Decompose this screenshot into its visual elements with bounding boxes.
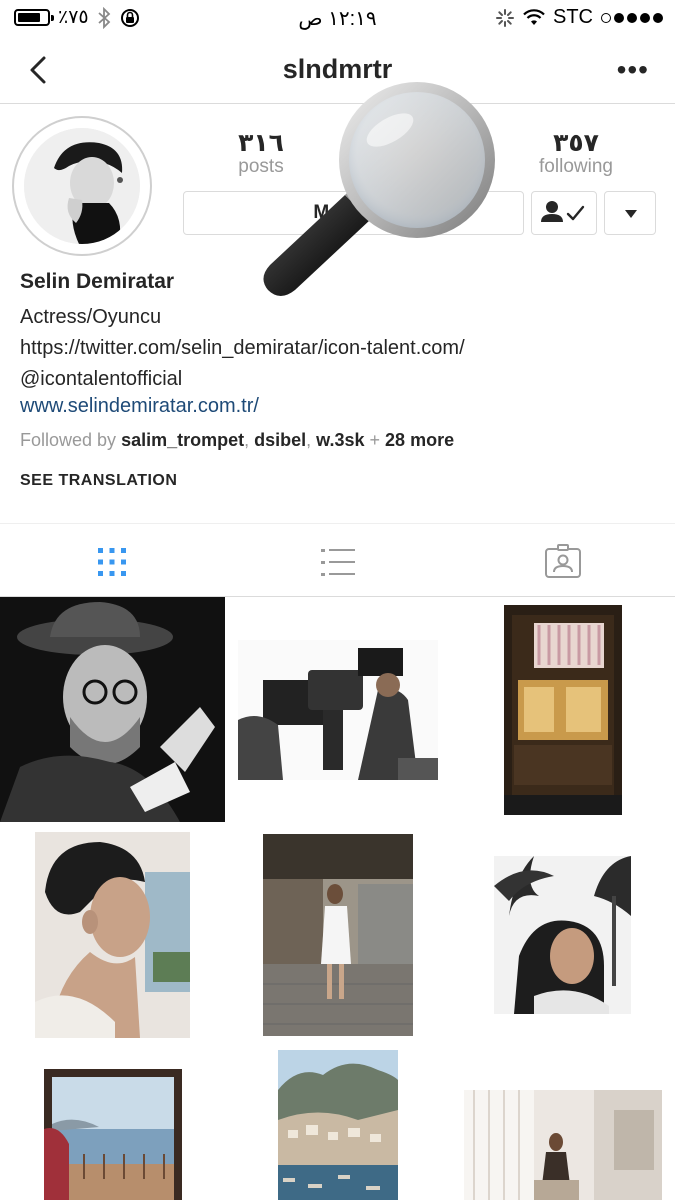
posts-stat[interactable]: ٣١٦ posts [186,130,336,178]
grid-icon[interactable] [92,542,132,582]
following-button[interactable] [531,191,597,235]
following-count: ٣٥٧ [553,129,599,157]
profile-bio: Actress/Oyuncu https://twitter.com/selin… [20,306,465,390]
wifi-icon [523,8,545,25]
followed-more[interactable]: 28 more [385,430,454,450]
followed-prefix: Followed by [20,430,117,450]
profile-full-name: Selin Demiratar [20,270,175,293]
followers-count: ١٠٠ k [385,129,453,157]
photo-coastal-town [277,1050,398,1200]
profile-website-link[interactable]: www.selindemiratar.com.tr/ [20,395,259,418]
message-button[interactable]: Message [183,191,524,235]
tagged-icon[interactable] [543,542,583,582]
grid-cell[interactable] [0,1047,225,1200]
followed-user[interactable]: salim_trompet [121,430,244,450]
grid-cell[interactable] [225,1047,450,1200]
grid-cell[interactable] [225,597,450,822]
magnifying-glass-icon [263,82,495,296]
suggested-dropdown-button[interactable] [604,191,656,235]
grid-cell[interactable] [450,822,675,1047]
photo-woman-white-dress [262,833,413,1036]
photo-grid [0,597,675,1200]
status-bar: ٪٧٥ ١٢:١٩ ص STC [0,0,675,36]
grid-cell[interactable] [0,597,225,822]
person-check-icon [541,201,585,222]
see-translation-button[interactable]: SEE TRANSLATION [20,472,177,490]
posts-count: ٣١٦ [238,129,284,157]
signal-dots-icon [601,12,663,23]
followed-user[interactable]: dsibel [254,430,306,450]
more-options-button[interactable]: ••• [617,54,649,86]
grid-cell[interactable] [450,597,675,822]
followers-label: followers [381,156,457,177]
followed-by-text[interactable]: Followed by salim_trompet, dsibel, w.3sk… [20,430,454,451]
photo-woman-profile-car [35,831,190,1038]
photo-woman-room [463,1090,662,1200]
photo-film-camera [237,639,438,780]
caret-down-icon [625,210,637,218]
photo-man-hat [0,597,225,822]
activity-spinner-icon [496,8,514,27]
avatar[interactable] [12,116,152,256]
avatar-photo [24,128,140,244]
grid-cell[interactable] [0,822,225,1047]
posts-label: posts [238,156,284,177]
followers-stat[interactable]: ١٠٠ k followers [344,130,494,178]
photo-balcony-sea [43,1069,182,1200]
following-label: following [539,156,613,177]
list-icon[interactable] [318,542,358,582]
carrier-name: STC [553,6,593,28]
photo-gelato-shop [503,604,622,815]
following-stat[interactable]: ٣٥٧ following [501,130,651,178]
grid-cell[interactable] [450,1047,675,1200]
profile-username-title: slndmrtr [282,54,393,84]
followed-user[interactable]: w.3sk [316,430,364,450]
grid-cell[interactable] [225,822,450,1047]
photo-woman-palm-trees [494,855,631,1014]
profile-tab-bar [0,523,675,597]
nav-bar: slndmrtr ••• [0,36,675,104]
